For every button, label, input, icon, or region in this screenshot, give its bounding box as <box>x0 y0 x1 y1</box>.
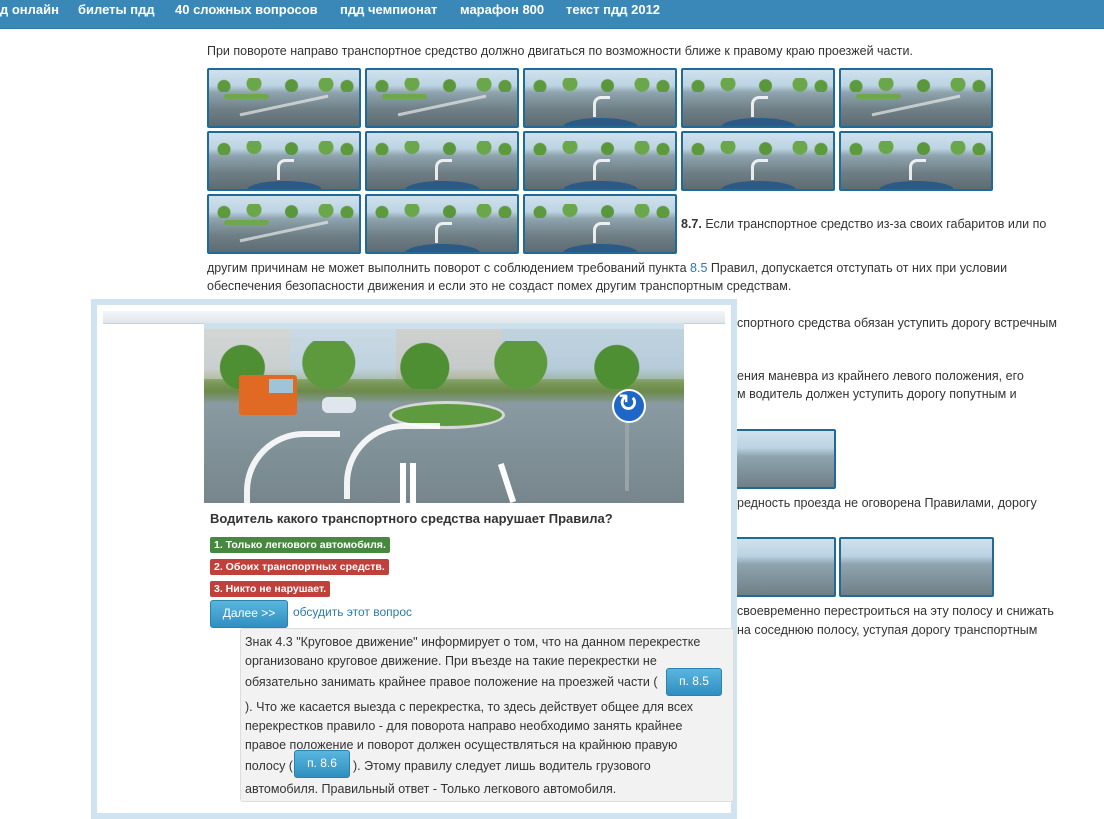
answer-option-2[interactable]: 2. Обоих транспортных средств. <box>210 559 389 575</box>
explanation-line: обязательно занимать крайнее правое поло… <box>245 675 658 689</box>
article-text-fragment: спортного средства обязан уступить дорог… <box>737 316 1058 330</box>
explanation-line: перекрестков правило - для поворота напр… <box>245 719 683 733</box>
answer-option-1[interactable]: 1. Только легкового автомобиля. <box>210 537 390 553</box>
explanation-line: организовано круговое движение. При въез… <box>245 654 657 668</box>
thumbnail[interactable] <box>839 131 993 191</box>
truck <box>239 375 297 415</box>
thumbnail[interactable] <box>207 68 361 128</box>
paragraph-text: Если транспортное средство из-за своих г… <box>701 217 1047 231</box>
thumbnail[interactable] <box>523 68 677 128</box>
article-text-fragment: на соседнюю полосу, уступая дорогу транс… <box>737 623 1038 637</box>
paragraph-8-7-line3: обеспечения безопасности движения и если… <box>207 279 792 293</box>
rule-ref-button-8-5[interactable]: п. 8.5 <box>666 668 722 696</box>
thumbnail[interactable] <box>681 131 835 191</box>
rule-link-8-5[interactable]: 8.5 <box>690 261 707 275</box>
paragraph-number: 8.7. <box>681 217 702 231</box>
thumbnail[interactable] <box>523 194 677 254</box>
thumbnail[interactable] <box>839 68 993 128</box>
roundabout-sign-icon <box>612 389 646 423</box>
answer-option-3[interactable]: 3. Никто не нарушает. <box>210 581 331 597</box>
question-text: Водитель какого транспортного средства н… <box>210 511 613 526</box>
rule-ref-button-8-6[interactable]: п. 8.6 <box>294 750 350 778</box>
paragraph-text: Правил, допускается отступать от них при… <box>707 261 1008 275</box>
article-text-fragment: редность проезда не оговорена Правилами,… <box>737 496 1037 510</box>
article-text-fragment: м водитель должен уступить дорогу попутн… <box>737 387 1017 401</box>
thumbnail[interactable] <box>735 429 836 489</box>
explanation-line: ). Что же касается выезда с перекрестка,… <box>245 700 694 714</box>
discuss-link[interactable]: обсудить этот вопрос <box>293 605 412 619</box>
explanation-line: полосу ( <box>245 759 293 773</box>
next-button[interactable]: Далее >> <box>210 600 288 628</box>
paragraph-text: другим причинам не может выполнить повор… <box>207 261 691 275</box>
thumbnail[interactable] <box>365 194 519 254</box>
thumbnail[interactable] <box>681 68 835 128</box>
thumbnail[interactable] <box>207 131 361 191</box>
intro-text: При повороте направо транспортное средст… <box>207 44 913 58</box>
explanation-line: автомобиля. Правильный ответ - Только ле… <box>245 782 617 796</box>
quiz-popup: Водитель какого транспортного средства н… <box>91 299 737 819</box>
explanation-line: ). Этому правилу следует лишь водитель г… <box>353 759 651 773</box>
article-text-fragment: ения маневра из крайнего левого положени… <box>737 369 1024 383</box>
thumbnail[interactable] <box>735 537 836 597</box>
thumbnail[interactable] <box>839 537 994 597</box>
explanation-line: Знак 4.3 "Круговое движение" информирует… <box>245 635 701 649</box>
article-text-fragment: своевременно перестроиться на эту полосу… <box>737 604 1054 618</box>
paragraph-8-7-line1: 8.7. Если транспортное средство из-за св… <box>681 215 1046 233</box>
explanation-box: Знак 4.3 "Круговое движение" информирует… <box>240 628 734 802</box>
car <box>322 397 356 413</box>
paragraph-8-7-line2: другим причинам не может выполнить повор… <box>207 259 1007 277</box>
thumbnail[interactable] <box>365 68 519 128</box>
thumbnail[interactable] <box>207 194 361 254</box>
thumbnail[interactable] <box>365 131 519 191</box>
thumbnail[interactable] <box>523 131 677 191</box>
question-image <box>204 323 684 503</box>
